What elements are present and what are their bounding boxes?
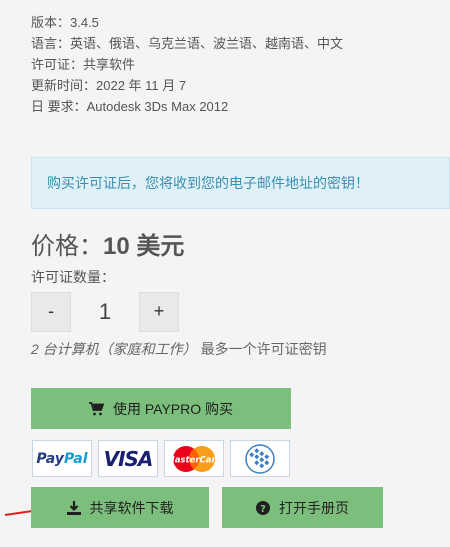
quantity-note: 2 台计算机（家庭和工作） 最多一个许可证密钥	[31, 339, 327, 359]
quantity-label: 许可证数量：	[31, 269, 115, 285]
mastercard-logo: MasterCard	[164, 440, 224, 477]
svg-text:MasterCard: MasterCard	[167, 455, 221, 465]
shareware-download-button[interactable]: 共享软件下载	[31, 487, 209, 528]
webmoney-logo	[230, 440, 290, 477]
download-icon	[66, 500, 81, 515]
quantity-stepper: - 1 +	[31, 291, 179, 332]
languages-text: 语言：英语、俄语、乌克兰语、波兰语、越南语、中文	[31, 36, 344, 51]
quantity-note-italic: 2 台计算机（家庭和工作）	[31, 341, 197, 357]
question-circle-icon: ?	[256, 500, 270, 515]
buy-label: 使用 PAYPRO 购买	[112, 400, 234, 417]
requirements-text: 日 要求：Autodesk 3Ds Max 2012	[31, 99, 229, 114]
updated-text: 更新时间：2022 年 11 月 7	[31, 78, 187, 93]
decrement-button[interactable]: -	[31, 291, 71, 332]
price-value: 10 美元	[103, 233, 185, 260]
quantity-value[interactable]: 1	[71, 299, 139, 325]
product-info: 版本：3.4.5 语言：英语、俄语、乌克兰语、波兰语、越南语、中文 许可证：共享…	[31, 12, 343, 117]
license-text: 许可证：共享软件	[31, 57, 136, 72]
quantity-note-rest: 最多一个许可证密钥	[196, 341, 327, 357]
price: 价格：10 美元	[31, 226, 184, 261]
download-label: 共享软件下载	[89, 499, 174, 516]
price-label: 价格：	[31, 233, 103, 260]
open-manual-button[interactable]: ? 打开手册页	[222, 487, 383, 528]
version-text: 版本：3.4.5	[31, 15, 99, 30]
visa-logo: VISA	[98, 440, 158, 477]
increment-button[interactable]: +	[139, 291, 179, 332]
paypal-logo: Pay Pal	[32, 440, 92, 477]
svg-text:?: ?	[260, 504, 266, 515]
buy-paypro-button[interactable]: 使用 PAYPRO 购买	[31, 388, 291, 429]
cart-icon	[88, 401, 104, 416]
license-notice: 购买许可证后，您将收到您的电子邮件地址的密钥！	[31, 157, 450, 209]
manual-label: 打开手册页	[279, 499, 349, 516]
